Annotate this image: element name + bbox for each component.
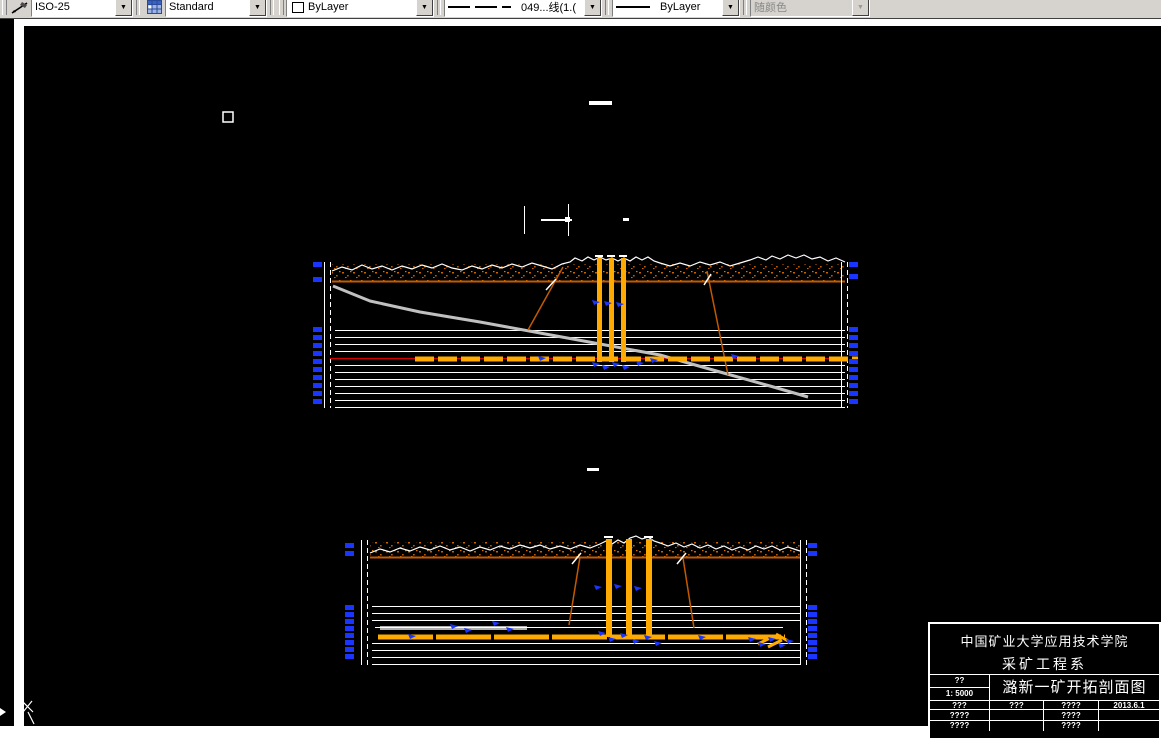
scale-label: ?? [930,675,989,688]
toolbar-separator [605,0,609,15]
lineweight-preview [616,6,655,8]
elevation-markers [345,543,817,659]
dim-style-value: ISO-25 [35,1,70,13]
toolbar-separator [136,0,140,15]
plot-style-value: 随颜色 [754,2,787,14]
inclined-shaft [332,284,809,399]
surface-hatch-band [370,542,800,557]
title-block-row: ???? ???? [930,721,1159,731]
chevron-down-icon[interactable]: ▼ [249,0,266,16]
toolbar-separator [437,0,441,15]
cell: ??? [990,701,1044,709]
ucs-icon [24,700,35,725]
cell [1099,710,1159,720]
toolbar-grip[interactable] [2,0,7,15]
color-control-combo[interactable]: ByLayer ▼ [286,0,434,17]
pickbox [222,111,234,123]
surface-hatch-band [332,264,845,281]
section-border-ticks [367,540,807,665]
chevron-down-icon[interactable]: ▼ [584,0,601,16]
linetype-preview [448,6,516,8]
department-name: 采矿工程系 [1002,656,1087,672]
chevron-down-icon[interactable]: ▼ [416,0,433,16]
cell: ???? [1044,721,1099,731]
model-canvas[interactable] [24,26,1161,726]
flyout-arrow-icon[interactable] [0,708,6,716]
toolbar-separator [743,0,747,15]
toolbar-separator [270,0,274,15]
table-style-value: Standard [169,1,214,13]
cell [990,710,1044,720]
title-block-row: ??? ??? ???? 2013.6.1 [930,701,1159,710]
dim-style-icon[interactable] [9,0,31,16]
cell: ???? [1044,710,1099,720]
drawing-title: 潞新一矿开拓剖面图 [1002,679,1147,696]
lineweight-control-combo[interactable]: ByLayer ▼ [612,0,740,17]
linetype-control-combo[interactable]: 049...线(1.( ▼ [444,0,602,17]
left-docked-panel [0,19,14,726]
dim-style-combo[interactable]: ISO-25 ▼ [31,0,133,17]
chevron-down-icon[interactable]: ▼ [722,0,739,16]
title-block-row: ???? ???? [930,710,1159,721]
drawing-content [24,101,858,725]
school-name: 中国矿业大学应用技术学院 [960,634,1129,649]
cell: ???? [930,710,990,720]
cell: ???? [1044,701,1099,709]
cell [1099,721,1159,731]
scale-value: 1: 5000 [945,689,974,698]
styles-properties-toolbar: ISO-25 ▼ Standard ▼ ByLayer ▼ 049...线(1.… [0,0,1161,19]
fault-line [568,556,581,626]
elevation-markers [313,262,858,404]
scale-cell: ?? 1: 5000 [930,675,990,700]
table-style-combo[interactable]: Standard ▼ [165,0,267,17]
section-border [361,540,801,665]
toolbar-grip[interactable] [279,0,284,15]
cell [990,721,1044,731]
fault-line [682,557,695,629]
color-swatch [292,1,304,13]
cell: ??? [930,701,990,709]
date-cell: 2013.6.1 [1113,701,1145,709]
lineweight-value: ByLayer [660,1,701,13]
cell: ???? [930,721,990,731]
table-style-icon[interactable] [143,0,165,16]
plot-style-combo: 随颜色 ▼ [750,0,870,17]
title-block: 中国矿业大学应用技术学院 采矿工程系 ?? 1: 5000 潞新一矿开拓剖面图 … [928,622,1161,740]
title-block-header: 中国矿业大学应用技术学院 采矿工程系 [930,624,1159,675]
chevron-down-icon[interactable]: ▼ [115,0,132,16]
lower-cross-section [345,535,817,665]
color-value: ByLayer [308,1,349,13]
crosshair-cursor [524,204,572,236]
chevron-down-icon: ▼ [852,0,869,16]
upper-cross-section [313,254,858,408]
vertical-shafts [595,255,627,362]
linetype-value: 049...线(1.( [521,2,577,14]
